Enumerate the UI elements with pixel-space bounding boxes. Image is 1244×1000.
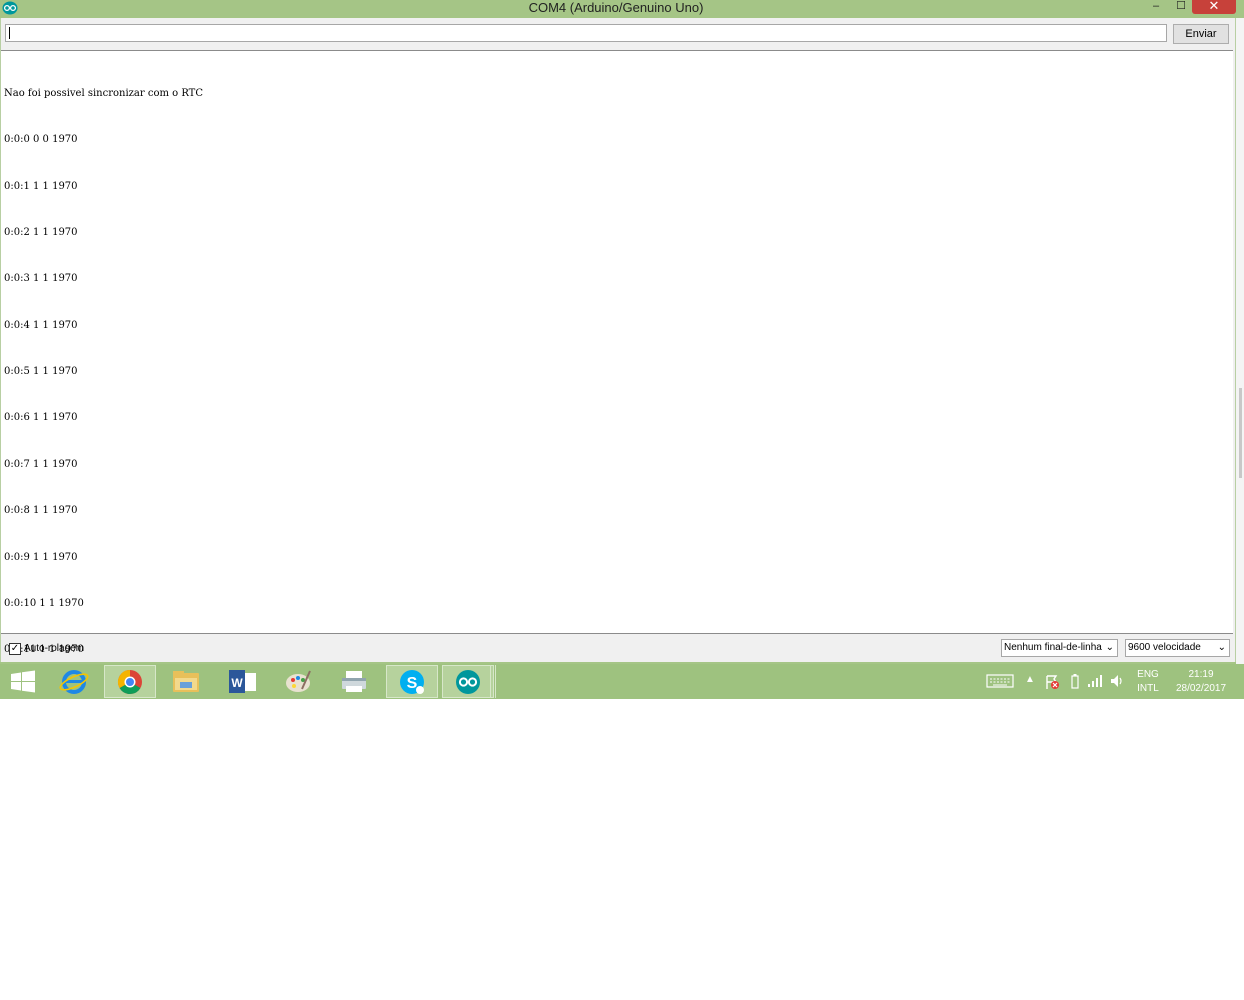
chevron-down-icon: ⌄	[1105, 642, 1114, 653]
input-language-indicator[interactable]: ENG INTL	[1134, 668, 1162, 703]
output-line: 0:0:8 1 1 1970	[4, 505, 78, 517]
chrome-icon	[117, 670, 142, 695]
serial-monitor-window: COM4 (Arduino/Genuino Uno) – ☐ ✕ Enviar …	[0, 0, 1244, 702]
keyboard-layout: INTL	[1137, 683, 1159, 694]
paint-palette-icon	[286, 670, 311, 692]
clock-date: 28/02/2017	[1175, 683, 1227, 694]
send-button[interactable]: Enviar	[1173, 24, 1229, 44]
clock-time: 21:19	[1188, 669, 1214, 680]
output-line: 0:0:1 1 1 1970	[4, 180, 78, 192]
output-line: 0:0:0 0 0 1970	[4, 134, 78, 146]
chevron-down-icon: ⌄	[1217, 642, 1226, 653]
output-line: 0:0:9 1 1 1970	[4, 551, 78, 563]
taskbar-chrome[interactable]	[104, 665, 156, 698]
taskbar-word[interactable]: W	[216, 665, 268, 698]
taskbar: W S ▲ ENG INTL 21:19 28/02/2017	[0, 664, 1244, 699]
volume-icon[interactable]	[1110, 674, 1124, 688]
output-line: 0:0:5 1 1 1970	[4, 366, 78, 378]
action-center-flag-icon[interactable]	[1044, 674, 1060, 690]
text-caret	[9, 27, 10, 39]
line-ending-value: Nenhum final-de-linha	[1004, 642, 1102, 653]
line-ending-select[interactable]: Nenhum final-de-linha ⌄	[1001, 639, 1118, 657]
title-bar[interactable]: COM4 (Arduino/Genuino Uno) – ☐ ✕	[0, 0, 1244, 18]
scrollbar-thumb[interactable]	[1239, 388, 1242, 478]
taskbar-internet-explorer[interactable]	[48, 665, 100, 698]
svg-text:S: S	[407, 675, 418, 692]
output-line: Nao foi possivel sincronizar com o RTC	[4, 87, 203, 99]
word-icon: W	[229, 670, 256, 693]
language-code: ENG	[1137, 669, 1159, 680]
output-line: 0:0:7 1 1 1970	[4, 458, 78, 470]
arduino-icon	[456, 670, 480, 694]
windows-logo-icon	[11, 670, 35, 693]
window-title: COM4 (Arduino/Genuino Uno)	[528, 0, 704, 15]
output-line: 0:0:6 1 1 1970	[4, 412, 78, 424]
taskbar-skype[interactable]: S	[386, 665, 438, 698]
taskbar-arduino[interactable]	[442, 665, 494, 698]
send-input[interactable]	[5, 24, 1167, 42]
battery-icon[interactable]	[1070, 673, 1080, 689]
keyboard-icon[interactable]	[986, 673, 1014, 689]
svg-text:W: W	[231, 676, 243, 690]
maximize-button[interactable]: ☐	[1172, 0, 1190, 14]
monitor-client-area: Enviar Nao foi possivel sincronizar com …	[0, 18, 1236, 702]
folder-icon	[173, 671, 199, 692]
minimize-button[interactable]: –	[1146, 0, 1166, 14]
serial-output-area[interactable]: Nao foi possivel sincronizar com o RTC 0…	[1, 50, 1233, 702]
taskbar-separator	[490, 665, 496, 698]
output-line: 0:0:3 1 1 1970	[4, 273, 78, 285]
skype-icon: S	[400, 670, 424, 694]
start-button[interactable]	[0, 665, 52, 698]
output-line: 0:0:2 1 1 1970	[4, 226, 78, 238]
output-line: 0:0:4 1 1 1970	[4, 319, 78, 331]
system-clock[interactable]: 21:19 28/02/2017	[1170, 668, 1232, 703]
show-hidden-icons-chevron-up-icon[interactable]: ▲	[1025, 674, 1035, 685]
autoscroll-checkbox[interactable]: ✓	[9, 643, 21, 655]
vertical-scrollbar[interactable]	[1236, 18, 1244, 664]
taskbar-paint[interactable]	[272, 665, 324, 698]
serial-output-lines: Nao foi possivel sincronizar com o RTC 0…	[4, 55, 203, 735]
baud-rate-value: 9600 velocidade	[1128, 642, 1201, 653]
internet-explorer-icon	[59, 670, 89, 694]
taskbar-file-explorer[interactable]	[160, 665, 212, 698]
printer-icon	[342, 671, 366, 692]
autoscroll-label[interactable]: Auto-rolagem	[24, 642, 84, 656]
monitor-footer: ✓ Auto-rolagem Nenhum final-de-linha ⌄ 9…	[1, 636, 1233, 662]
output-line: 0:0:10 1 1 1970	[4, 597, 84, 609]
close-button[interactable]: ✕	[1192, 0, 1236, 14]
taskbar-fax-scan[interactable]	[328, 665, 380, 698]
baud-rate-select[interactable]: 9600 velocidade ⌄	[1125, 639, 1230, 657]
network-signal-icon[interactable]	[1087, 674, 1103, 688]
